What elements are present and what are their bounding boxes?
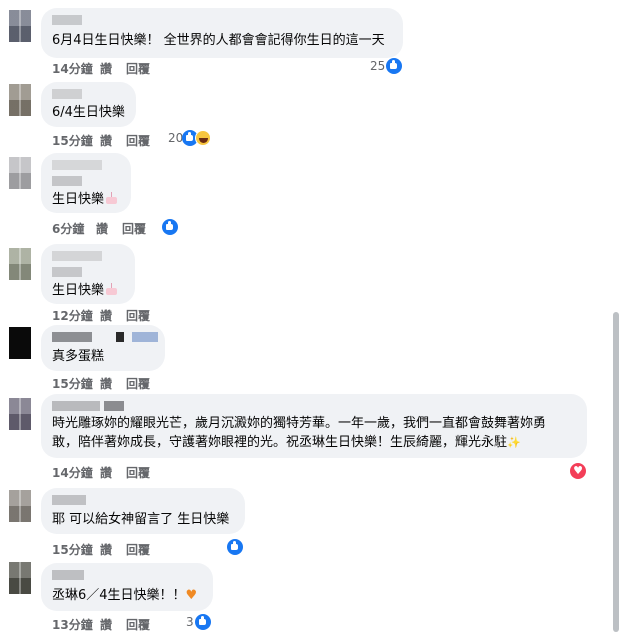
reply-button[interactable]: 回覆 [126,307,150,324]
author-name[interactable] [52,495,86,505]
reply-button[interactable]: 回覆 [126,375,150,392]
comment-time[interactable]: 15分鐘 [52,132,93,149]
reply-button[interactable]: 回覆 [126,60,150,77]
reply-button[interactable]: 回覆 [126,132,150,149]
reply-button[interactable]: 回覆 [122,220,146,237]
like-button[interactable]: 讚 [100,541,112,558]
comment-time[interactable]: 15分鐘 [52,541,93,558]
comment-text: 耶 可以給女神留言了 生日快樂 [52,512,230,527]
comment-text-line-2: 敢，陪伴著妳成長，守護著妳眼裡的光。祝丞琳生日快樂！生辰綺麗，輝光永駐✨ [52,435,521,450]
reaction-summary[interactable] [570,463,586,479]
avatar[interactable] [9,327,31,359]
reaction-count: 3 [186,615,194,629]
comment-text: 真多蛋糕 [52,349,105,364]
haha-icon [195,130,211,146]
comment-bubble: 時光雕琢妳的耀眼光芒，歲月沉澱妳的獨特芳華。一年一歲，我們一直都會鼓舞著妳勇 敢… [41,394,587,458]
sparkles-icon: ✨ [507,436,521,449]
comment-text: 6/4生日快樂 [52,105,125,120]
comment-bubble: 6月4日生日快樂！ 全世界的人都會會記得你生日的這一天 [41,8,403,58]
reaction-summary[interactable]: 25 [370,58,404,74]
comment-time[interactable]: 15分鐘 [52,375,93,392]
author-name[interactable] [52,332,158,342]
like-icon [195,614,211,630]
like-button[interactable]: 讚 [96,220,108,237]
comment-bubble: 生日快樂 [41,244,135,304]
comment-text-body: 生日快樂 [52,192,105,207]
reply-button[interactable]: 回覆 [126,616,150,633]
birthday-cake-icon [105,192,118,204]
comment-text-line: 時光雕琢妳的耀眼光芒，歲月沉澱妳的獨特芳華。一年一歲，我們一直都會鼓舞著妳勇 [52,416,547,431]
avatar[interactable] [9,84,31,116]
reaction-summary[interactable] [227,539,243,555]
like-icon [386,58,402,74]
comment-text: 6月4日生日快樂！ 全世界的人都會會記得你生日的這一天 [52,33,385,48]
like-button[interactable]: 讚 [100,132,112,149]
love-icon [570,463,586,479]
comment-bubble: 丞琳6／4生日快樂！！♥ [41,563,213,611]
comment-text: 丞琳6／4生日快樂！！♥ [52,586,197,605]
author-name[interactable] [52,89,82,99]
avatar[interactable] [9,562,31,594]
author-name[interactable] [52,570,84,580]
comment-bubble: 真多蛋糕 [41,325,165,371]
comment-text: 生日快樂 [52,281,118,300]
comment-text: 時光雕琢妳的耀眼光芒，歲月沉澱妳的獨特芳華。一年一歲，我們一直都會鼓舞著妳勇 敢… [52,414,546,452]
like-button[interactable]: 讚 [100,464,112,481]
comment-time[interactable]: 14分鐘 [52,60,93,77]
like-icon [227,539,243,555]
comment-bubble: 耶 可以給女神留言了 生日快樂 [41,488,245,534]
scrollbar-thumb[interactable] [613,312,619,632]
comment-time[interactable]: 6分鐘 [52,220,84,237]
author-name[interactable] [52,15,82,25]
comment-text-body: 生日快樂 [52,283,105,298]
author-name[interactable] [52,251,102,261]
comment-time[interactable]: 14分鐘 [52,464,93,481]
reaction-summary[interactable] [162,219,178,235]
avatar[interactable] [9,490,31,522]
reaction-summary[interactable]: 3 [186,614,211,630]
comment-text: 生日快樂 [52,190,118,209]
avatar[interactable] [9,248,31,280]
like-button[interactable]: 讚 [100,375,112,392]
like-button[interactable]: 讚 [100,60,112,77]
reply-button[interactable]: 回覆 [126,464,150,481]
like-button[interactable]: 讚 [100,616,112,633]
reaction-summary[interactable]: 20 [168,130,214,146]
orange-heart-icon: ♥ [185,588,198,603]
birthday-cake-icon [105,283,118,295]
comment-time[interactable]: 13分鐘 [52,616,93,633]
avatar[interactable] [9,398,31,430]
author-name[interactable] [52,160,102,170]
reaction-count: 25 [370,59,386,73]
author-name-secondary [52,267,82,277]
like-icon [162,219,178,235]
comment-time[interactable]: 12分鐘 [52,307,93,324]
comment-bubble: 生日快樂 [41,153,131,213]
reaction-count: 20 [168,131,184,145]
avatar[interactable] [9,10,31,42]
reply-button[interactable]: 回覆 [126,541,150,558]
comment-bubble: 6/4生日快樂 [41,82,136,127]
scrollbar[interactable] [612,0,620,634]
author-name-secondary [52,176,82,186]
author-name[interactable] [52,401,124,411]
comment-text-body: 丞琳6／4生日快樂！！ [52,588,186,603]
avatar[interactable] [9,157,31,189]
like-button[interactable]: 讚 [100,307,112,324]
